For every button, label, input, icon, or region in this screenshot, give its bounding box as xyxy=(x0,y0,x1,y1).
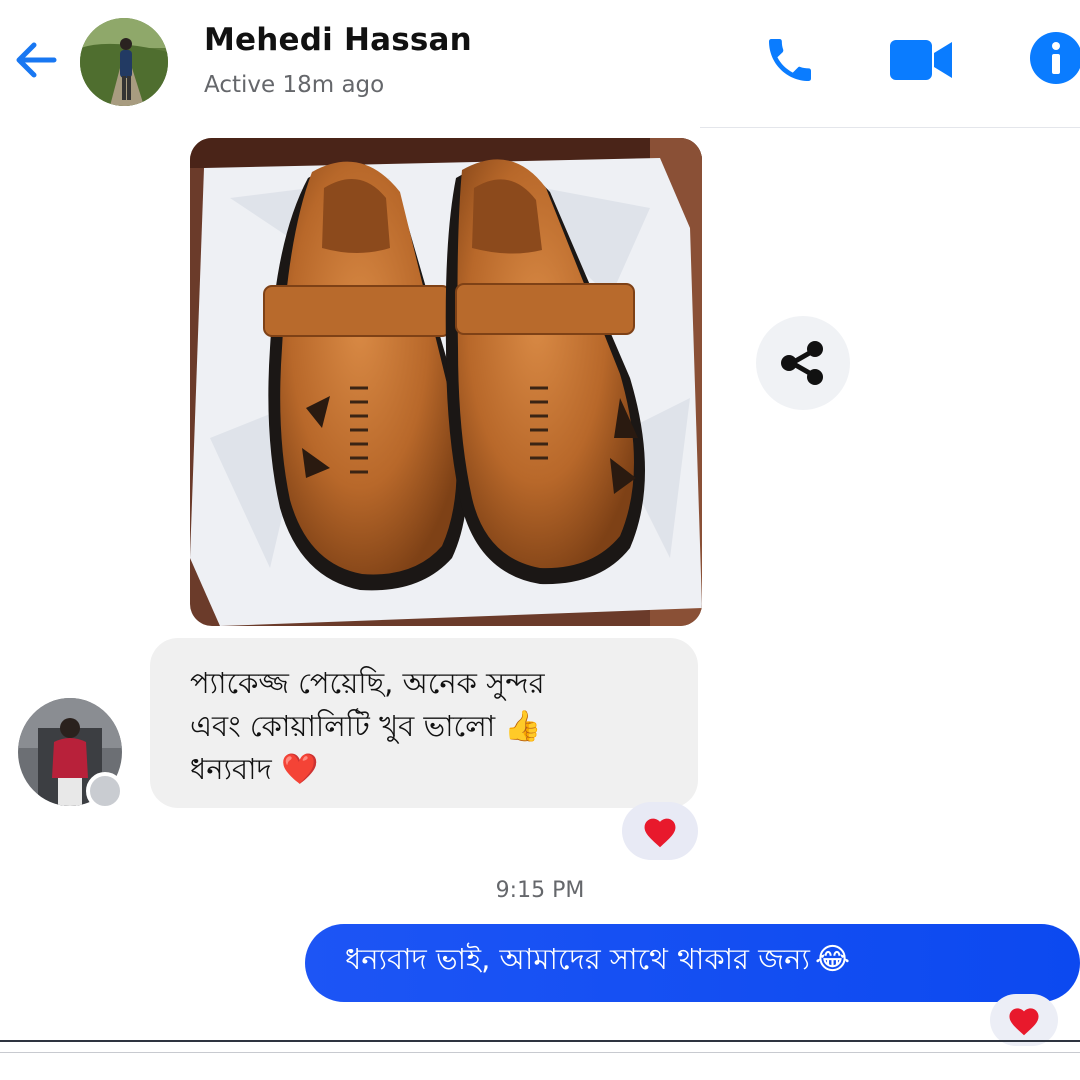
bottom-divider xyxy=(0,1052,1080,1053)
info-button[interactable] xyxy=(1028,30,1080,86)
bottom-divider xyxy=(0,1040,1080,1042)
active-status: Active 18m ago xyxy=(204,72,385,98)
message-text: ধন্যবাদ ভাই, আমাদের সাথে থাকার জন্য xyxy=(345,942,810,976)
video-camera-icon xyxy=(890,40,952,80)
outgoing-message-bubble[interactable]: ধন্যবাদ ভাই, আমাদের সাথে থাকার জন্য 😂 xyxy=(305,924,1080,1002)
incoming-message-bubble[interactable]: প্যাকেজ্জ পেয়েছি, অনেক সুন্দর এবং কোয়া… xyxy=(150,638,698,808)
message-line: এবং কোয়ালিটি খুব ভালো 👍 xyxy=(190,705,678,748)
video-call-button[interactable] xyxy=(888,34,954,86)
shared-photo[interactable] xyxy=(190,138,702,626)
audio-call-button[interactable] xyxy=(762,32,818,88)
message-timestamp: 9:15 PM xyxy=(495,878,585,903)
share-button[interactable] xyxy=(756,316,850,410)
heart-icon xyxy=(644,818,676,848)
message-line: প্যাকেজ্জ পেয়েছি, অনেক সুন্দর xyxy=(190,666,545,700)
laughing-emoji-icon: 😂 xyxy=(814,942,851,977)
phone-icon xyxy=(769,39,811,81)
back-button[interactable] xyxy=(10,36,62,84)
heart-icon xyxy=(1009,1008,1039,1036)
header-divider xyxy=(700,127,1080,128)
avatar[interactable] xyxy=(80,18,168,106)
message-line: ধন্যবাদ ❤️ xyxy=(190,748,678,791)
thumbs-up-icon: 👍 xyxy=(504,709,542,744)
message-reaction[interactable] xyxy=(622,802,698,860)
contact-name[interactable]: Mehedi Hassan xyxy=(204,22,472,58)
share-icon xyxy=(781,341,823,385)
message-text: এবং কোয়ালিটি খুব ভালো xyxy=(190,709,496,743)
message-text: ধন্যবাদ xyxy=(190,752,272,786)
message-reaction[interactable] xyxy=(990,994,1058,1046)
presence-indicator xyxy=(86,772,124,810)
info-icon xyxy=(1030,32,1080,84)
arrow-left-icon xyxy=(16,42,57,78)
heart-icon: ❤️ xyxy=(280,752,319,787)
